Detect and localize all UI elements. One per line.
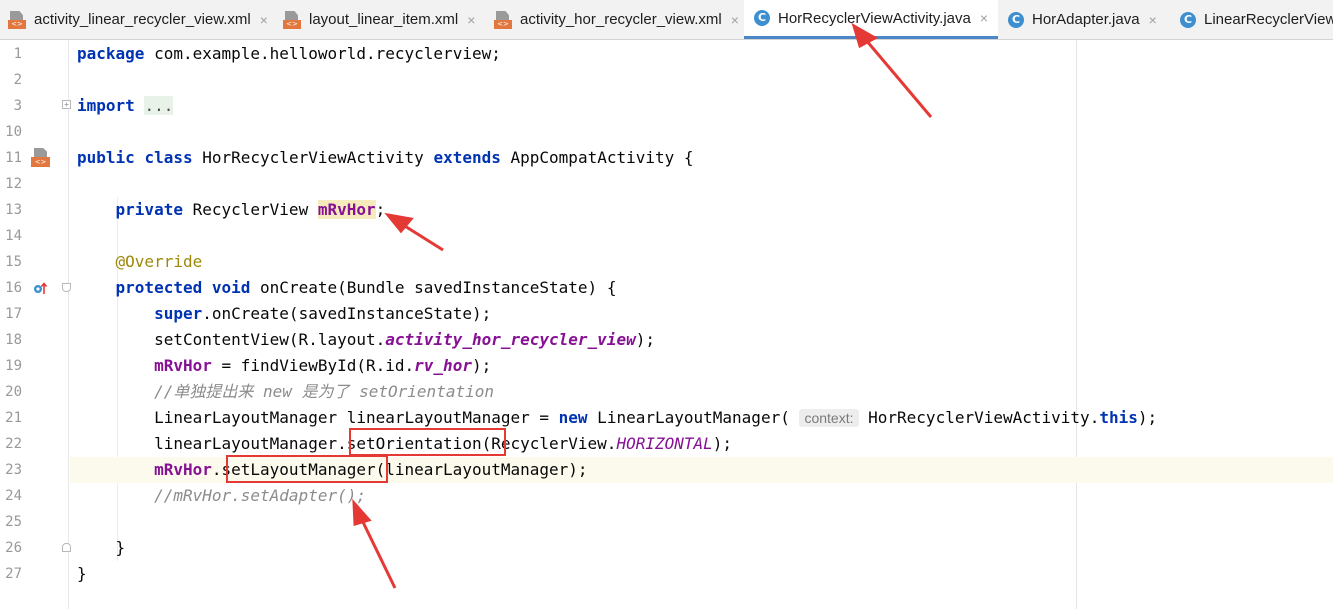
arrow-to-field <box>399 221 444 252</box>
arrow-to-active-tab <box>864 39 933 118</box>
arrow-head-setadapter <box>352 498 372 526</box>
arrow-to-setadapter <box>359 517 397 589</box>
arrow-head-tab <box>851 22 879 49</box>
annotation-arrows <box>352 22 933 589</box>
